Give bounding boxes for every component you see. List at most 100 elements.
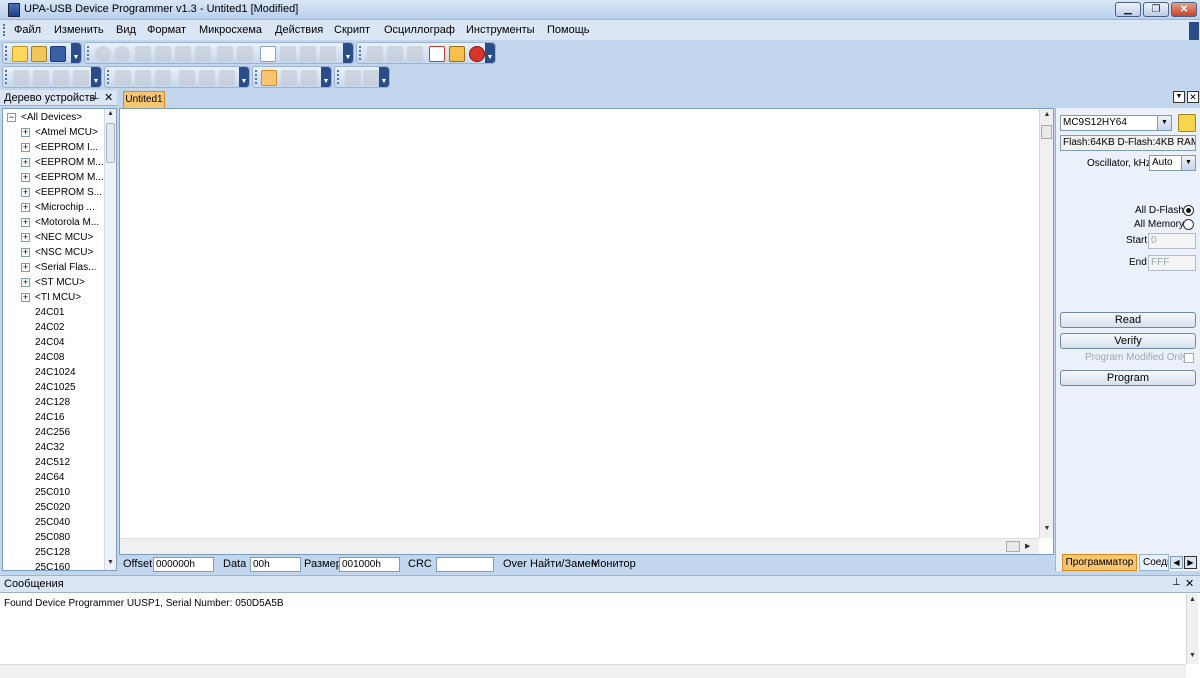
open-icon[interactable] <box>31 46 47 62</box>
expand-icon[interactable]: + <box>21 233 30 242</box>
tab-untited1[interactable]: Untited1 <box>123 91 165 108</box>
messages-scrollbar[interactable]: ▲ ▼ <box>1186 594 1198 664</box>
crc-field[interactable] <box>436 557 494 572</box>
expand-icon[interactable]: + <box>21 188 30 197</box>
close-icon[interactable]: ✕ <box>104 91 113 104</box>
tab-scroll-left-icon[interactable]: ◀ <box>1170 556 1183 569</box>
cut-icon[interactable] <box>135 46 151 62</box>
zoom-icon[interactable] <box>281 70 297 86</box>
stop-icon[interactable] <box>363 70 379 86</box>
toolbar-chevron[interactable]: ▼ <box>321 67 331 87</box>
toolbar-chevron[interactable]: ▼ <box>379 67 389 87</box>
expand-icon[interactable]: + <box>21 263 30 272</box>
expand-icon[interactable]: − <box>7 113 16 122</box>
chevron-down-icon[interactable]: ▼ <box>1157 116 1171 130</box>
underline-icon[interactable] <box>155 70 171 86</box>
close-icon[interactable]: ✕ <box>1185 577 1194 590</box>
chip-icon[interactable] <box>367 46 383 62</box>
end-field[interactable]: FFF <box>1148 255 1196 271</box>
all-memory-radio[interactable] <box>1183 219 1194 230</box>
replace-icon[interactable] <box>237 46 253 62</box>
find-replace-label[interactable]: Найти/Замен <box>530 558 597 570</box>
find-icon[interactable] <box>217 46 233 62</box>
new-icon[interactable] <box>12 46 28 62</box>
hscroll-thumb[interactable] <box>1006 541 1020 552</box>
menu-script[interactable]: Скрипт <box>334 24 370 36</box>
start-field[interactable]: 0 <box>1148 233 1196 249</box>
mdi-chevron[interactable] <box>1189 22 1199 40</box>
block-icon[interactable] <box>300 46 316 62</box>
program-button[interactable]: Program <box>1060 370 1196 386</box>
menu-edit[interactable]: Изменить <box>54 24 104 36</box>
program-modified-checkbox[interactable] <box>1184 353 1194 363</box>
line-icon[interactable] <box>33 70 49 86</box>
expand-icon[interactable]: + <box>21 173 30 182</box>
pointer-icon[interactable] <box>261 70 277 86</box>
scroll-right-icon[interactable]: ▶ <box>1025 542 1030 550</box>
all-dflash-radio[interactable] <box>1183 205 1194 216</box>
redo-icon[interactable] <box>114 46 130 62</box>
undo-icon[interactable] <box>95 46 111 62</box>
size-field[interactable]: 001000h <box>339 557 400 572</box>
scroll-down-icon[interactable]: ▼ <box>1041 525 1053 532</box>
expand-icon[interactable]: + <box>21 203 30 212</box>
messages-hscroll[interactable] <box>0 664 1186 678</box>
cross-icon[interactable] <box>53 70 69 86</box>
tab-scroll-right-icon[interactable]: ▶ <box>1184 556 1197 569</box>
tree-scrollbar[interactable]: ▲ ▼ <box>104 109 116 570</box>
tab-connection[interactable]: Соеди <box>1139 554 1169 571</box>
chevron-down-icon[interactable]: ▼ <box>1181 156 1195 170</box>
chip-select-icon[interactable] <box>387 46 403 62</box>
compare-icon[interactable] <box>320 46 336 62</box>
scroll-thumb[interactable] <box>1041 125 1052 139</box>
fill-icon[interactable] <box>280 46 296 62</box>
expand-icon[interactable]: + <box>21 218 30 227</box>
document-icon[interactable] <box>260 46 276 62</box>
doc-list-icon[interactable]: ▼ <box>1173 91 1185 103</box>
scroll-thumb[interactable] <box>106 123 115 163</box>
hex-editor[interactable]: ▲ ▼ ▶ <box>119 108 1054 555</box>
align-right-icon[interactable] <box>219 70 235 86</box>
device-select[interactable]: MC9S12HY64 ▼ <box>1060 115 1172 131</box>
read-button[interactable]: Read <box>1060 312 1196 328</box>
menu-actions[interactable]: Действия <box>275 24 323 36</box>
expand-icon[interactable]: + <box>21 128 30 137</box>
paste-icon[interactable] <box>175 46 191 62</box>
delete-icon[interactable] <box>195 46 211 62</box>
menu-help[interactable]: Помощь <box>547 24 590 36</box>
save-icon[interactable] <box>50 46 66 62</box>
open-device-icon[interactable] <box>1178 114 1196 132</box>
align-left-icon[interactable] <box>179 70 195 86</box>
toolbar-chevron[interactable]: ▼ <box>343 43 353 63</box>
expand-icon[interactable]: + <box>21 248 30 257</box>
close-button[interactable]: ✕ <box>1171 2 1197 17</box>
bug-icon[interactable] <box>469 46 485 62</box>
toolbar-chevron[interactable]: ▼ <box>239 67 249 87</box>
scroll-up-icon[interactable]: ▲ <box>1187 596 1198 603</box>
copy-icon[interactable] <box>155 46 171 62</box>
toolbar-chevron[interactable]: ▼ <box>485 43 495 63</box>
programmer-icon[interactable] <box>449 46 465 62</box>
menu-file[interactable]: Файл <box>14 24 41 36</box>
menu-chip[interactable]: Микросхема <box>199 24 262 36</box>
monitor-label[interactable]: Монитор <box>591 558 636 570</box>
pin-icon[interactable]: ⊥ <box>91 91 100 102</box>
doc-close-icon[interactable]: ✕ <box>1187 91 1199 103</box>
data-field[interactable]: 00h <box>250 557 301 572</box>
tab-programmer[interactable]: Программатор <box>1062 554 1137 571</box>
expand-icon[interactable]: + <box>21 143 30 152</box>
pin-icon[interactable]: ⊥ <box>1172 577 1181 588</box>
pen-icon[interactable] <box>13 70 29 86</box>
scroll-up-icon[interactable]: ▲ <box>1041 111 1053 118</box>
menu-tools[interactable]: Инструменты <box>466 24 535 36</box>
italic-icon[interactable] <box>135 70 151 86</box>
target-icon[interactable] <box>73 70 89 86</box>
offset-field[interactable]: 000000h <box>153 557 214 572</box>
scroll-down-icon[interactable]: ▼ <box>105 559 116 566</box>
expand-icon[interactable]: + <box>21 278 30 287</box>
toolbar-chevron[interactable]: ▼ <box>71 43 81 63</box>
expand-icon[interactable]: + <box>21 158 30 167</box>
editor-hscroll[interactable]: ▶ <box>120 538 1039 554</box>
maximize-button[interactable]: ❐ <box>1143 2 1169 17</box>
edit-script-icon[interactable] <box>429 46 445 62</box>
